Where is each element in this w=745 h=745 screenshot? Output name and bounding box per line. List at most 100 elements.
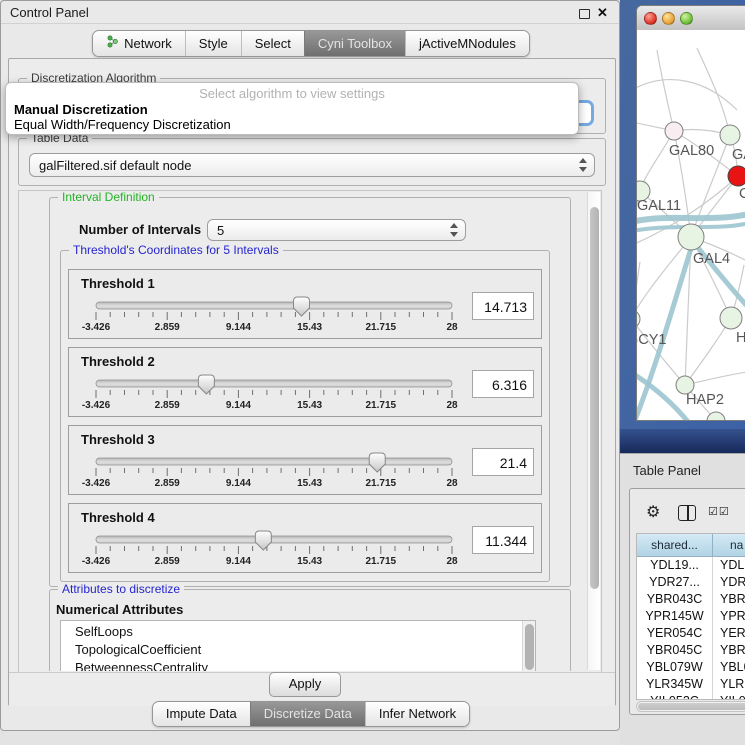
network-node[interactable]	[678, 224, 704, 250]
scrollbar-thumb[interactable]	[638, 703, 745, 710]
table-row[interactable]: YBR043CYBR0	[637, 591, 745, 608]
table-row[interactable]: YIL052CYIL0	[637, 693, 745, 700]
table-row[interactable]: YER054CYER0	[637, 625, 745, 642]
table-row[interactable]: YPR145WYPR1	[637, 608, 745, 625]
list-scrollbar[interactable]	[522, 621, 535, 671]
threshold-slider[interactable]	[69, 452, 529, 478]
tick-label: -3.426	[82, 400, 110, 411]
threshold-box: Threshold 1-3.4262.8599.14415.4321.71528…	[68, 269, 542, 339]
zoom-traffic-light-icon[interactable]	[680, 12, 693, 25]
threshold-slider[interactable]	[69, 374, 529, 400]
popup-option-manual-discretization[interactable]: Manual Discretization	[14, 102, 148, 117]
network-view-window: GAL80GACGAL11GAL4GCY1HHAP2	[636, 5, 745, 421]
network-node-label: GAL80	[669, 143, 714, 159]
settings-vertical-scrollbar[interactable]	[587, 192, 600, 670]
tab-label: Cyni Toolbox	[318, 36, 392, 51]
float-window-icon[interactable]	[579, 9, 590, 19]
table-row[interactable]: YDR27...YDR2	[637, 574, 745, 591]
minimize-traffic-light-icon[interactable]	[662, 12, 675, 25]
tab-discretize-data[interactable]: Discretize Data	[250, 702, 365, 726]
cell-name: YPR1	[713, 608, 745, 625]
network-node-label: H	[736, 330, 745, 346]
network-node-label: HAP2	[686, 392, 724, 408]
table-row[interactable]: YLR345WYLR3	[637, 676, 745, 693]
attributes-group-title: Attributes to discretize	[58, 582, 184, 596]
tab-network[interactable]: Network	[93, 31, 185, 56]
slider-thumb[interactable]	[198, 375, 214, 394]
scrollbar-thumb[interactable]	[525, 624, 534, 670]
gear-icon[interactable]: ⚙	[646, 502, 660, 522]
popup-prompt: Select algorithm to view settings	[6, 86, 578, 101]
tab-impute-data[interactable]: Impute Data	[153, 702, 250, 726]
network-node[interactable]	[637, 310, 640, 328]
tab-label: Infer Network	[379, 706, 456, 721]
cell-shared-name: YBL079W	[637, 659, 713, 676]
slider-thumb[interactable]	[255, 531, 271, 550]
threshold-value-field[interactable]: 21.4	[472, 448, 534, 476]
tick-label: 15.43	[297, 556, 322, 567]
apply-button[interactable]: Apply	[269, 672, 341, 697]
table-row[interactable]: YBR045CYBR0	[637, 642, 745, 659]
network-edge	[637, 262, 640, 319]
tick-label: 9.144	[226, 400, 251, 411]
close-icon[interactable]: ✕	[597, 5, 608, 21]
tab-cyni-toolbox[interactable]: Cyni Toolbox	[304, 31, 405, 56]
threshold-slider[interactable]	[69, 296, 529, 322]
network-node[interactable]	[720, 307, 742, 329]
network-window-titlebar[interactable]	[637, 6, 745, 31]
cell-name: YIL0	[713, 693, 745, 700]
interval-definition-title: Interval Definition	[58, 191, 159, 204]
table-row[interactable]: YBL079WYBL0	[637, 659, 745, 676]
threshold-value-field[interactable]: 11.344	[472, 526, 534, 554]
tab-select[interactable]: Select	[241, 31, 304, 56]
network-node[interactable]	[720, 125, 740, 145]
tab-label: jActiveMNodules	[419, 36, 516, 51]
select-columns-icons[interactable]: ☑☑	[708, 505, 730, 518]
tick-label: 28	[446, 478, 457, 489]
slider-thumb[interactable]	[369, 453, 385, 472]
number-of-intervals-combo[interactable]: 5	[207, 219, 466, 241]
numerical-attributes-list[interactable]: SelfLoopsTopologicalCoefficientBetweenne…	[60, 620, 536, 671]
table-row[interactable]: YDL19...YDL1	[637, 557, 745, 574]
network-edge	[685, 318, 731, 385]
threshold-value-field[interactable]: 14.713	[472, 292, 534, 320]
cell-shared-name: YDL19...	[637, 557, 713, 574]
network-node[interactable]	[728, 166, 745, 186]
cell-shared-name: YBR045C	[637, 642, 713, 659]
tab-style[interactable]: Style	[185, 31, 241, 56]
close-traffic-light-icon[interactable]	[644, 12, 657, 25]
threshold-value-field[interactable]: 6.316	[472, 370, 534, 398]
cell-name: YBR0	[713, 591, 745, 608]
table-panel-inner: ⚙ ☑☑ shared... na YDL19...YDL1YDR27...YD…	[629, 488, 745, 715]
tick-label: -3.426	[82, 322, 110, 333]
network-canvas[interactable]: GAL80GACGAL11GAL4GCY1HHAP2	[637, 30, 745, 421]
tick-label: 15.43	[297, 400, 322, 411]
tab-label: Style	[199, 36, 228, 51]
tick-label: 15.43	[297, 322, 322, 333]
network-node-label: C	[739, 186, 745, 202]
node-table: shared... na YDL19...YDL1YDR27...YDR2YBR…	[636, 533, 745, 700]
cell-shared-name: YIL052C	[637, 693, 713, 700]
column-header-shared-name[interactable]: shared...	[637, 534, 713, 556]
attribute-list-item[interactable]: TopologicalCoefficient	[61, 641, 535, 659]
tick-label: 21.715	[366, 478, 397, 489]
network-icon	[106, 35, 119, 51]
table-data-combo[interactable]: galFiltered.sif default node	[29, 153, 595, 177]
table-horizontal-scrollbar[interactable]	[636, 701, 745, 712]
popup-option-equal-width[interactable]: Equal Width/Frequency Discretization	[14, 117, 231, 132]
tab-infer-network[interactable]: Infer Network	[365, 702, 469, 726]
network-node[interactable]	[665, 122, 683, 140]
attribute-list-item[interactable]: SelfLoops	[61, 623, 535, 641]
tick-label: 2.859	[155, 478, 180, 489]
scrollbar-thumb[interactable]	[590, 207, 599, 589]
tick-label: 21.715	[366, 556, 397, 567]
network-node-label: GA	[732, 147, 745, 163]
attribute-list-item[interactable]: BetweennessCentrality	[61, 659, 535, 671]
column-header-name[interactable]: na	[713, 534, 745, 556]
threshold-slider[interactable]	[69, 530, 529, 556]
threshold-box: Threshold 3-3.4262.8599.14415.4321.71528…	[68, 425, 542, 495]
settings-scrollpane: Interval Definition Number of Intervals …	[18, 190, 602, 674]
cell-shared-name: YPR145W	[637, 608, 713, 625]
column-layout-icon[interactable]	[678, 505, 696, 521]
tab-jactivemnodules[interactable]: jActiveMNodules	[405, 31, 529, 56]
